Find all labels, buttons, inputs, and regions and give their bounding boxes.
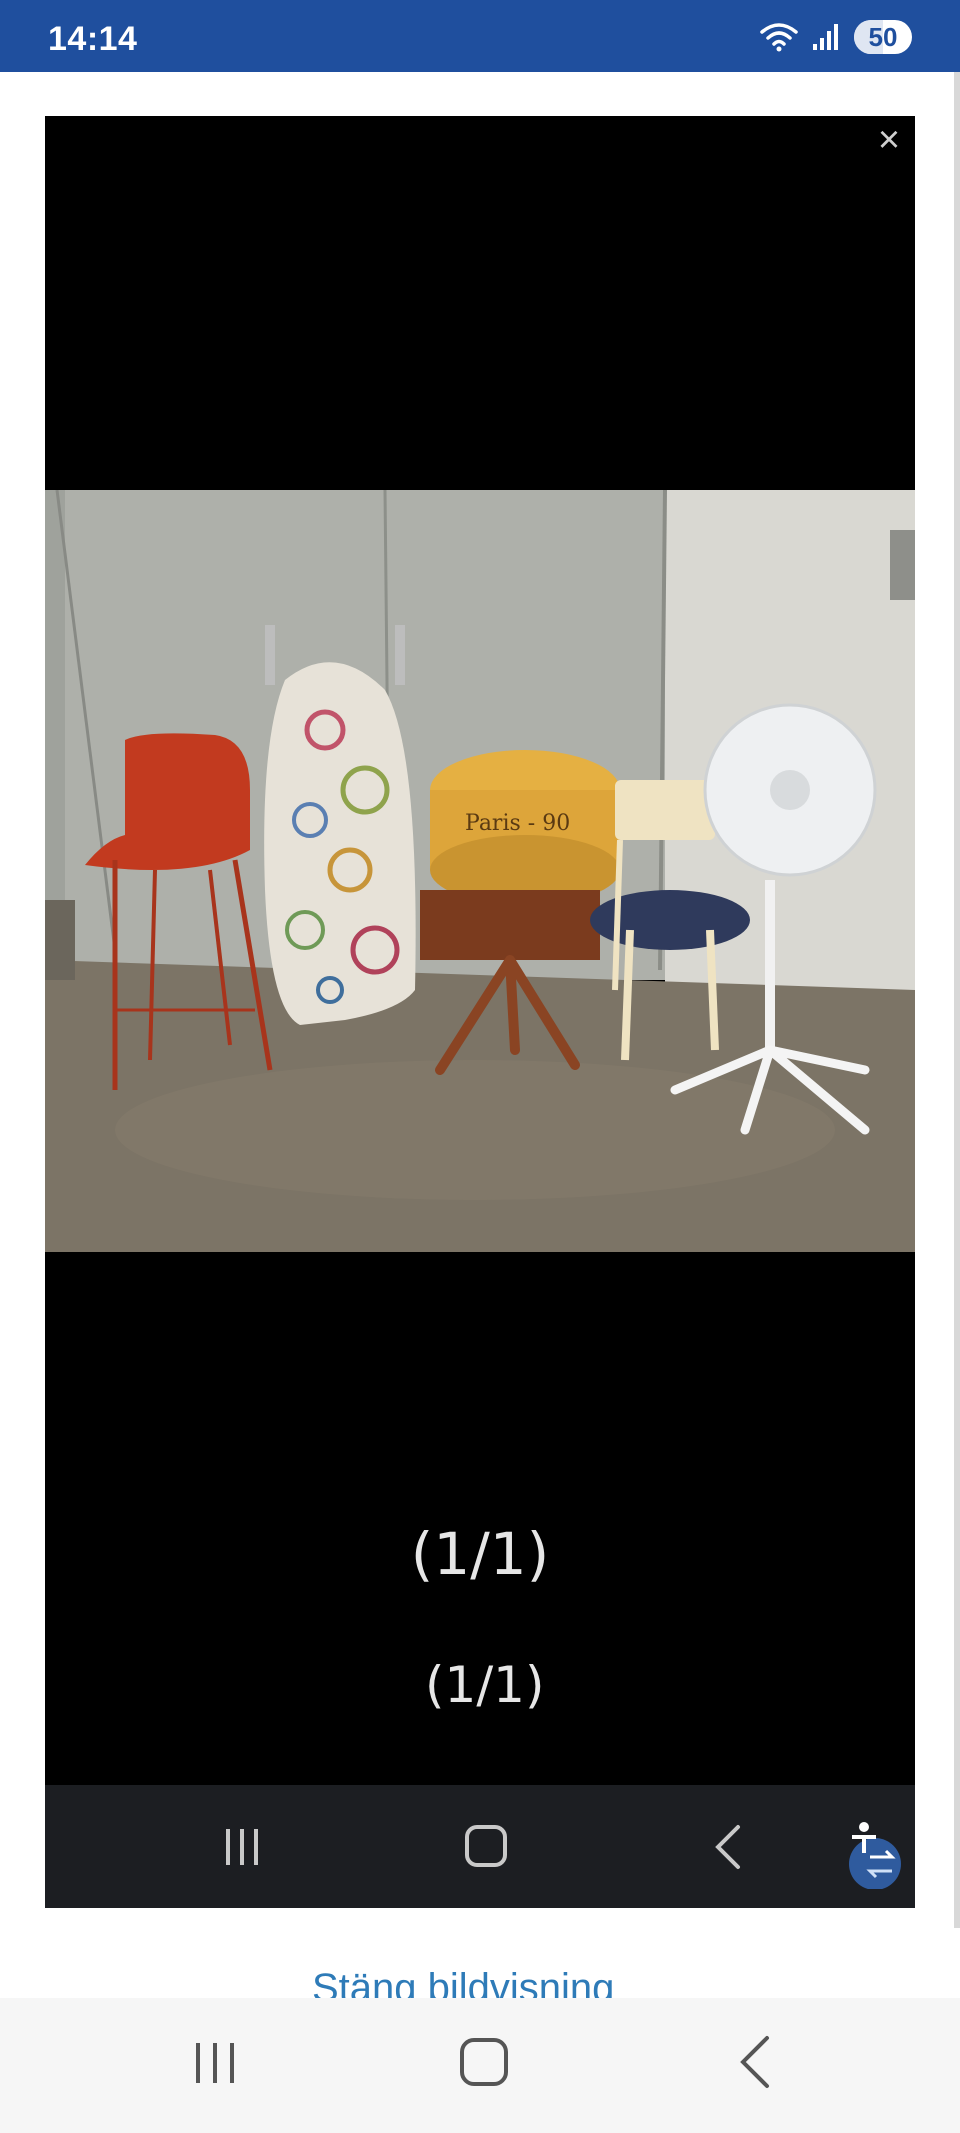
home-icon — [465, 1825, 507, 1867]
close-icon[interactable]: × — [869, 120, 909, 160]
image-counter-secondary: (1/1) — [425, 1656, 545, 1714]
scrollbar[interactable] — [954, 72, 960, 1928]
listing-photo: Paris - 90 — [45, 490, 915, 1252]
recents-icon — [226, 1829, 258, 1865]
home-icon[interactable] — [458, 2036, 510, 2088]
wifi-icon — [760, 23, 798, 52]
system-navigation-bar — [0, 1998, 960, 2133]
back-icon — [715, 1825, 740, 1869]
battery-icon: 50 — [854, 20, 912, 54]
accessibility-icon — [849, 1822, 901, 1889]
back-icon[interactable] — [735, 2034, 775, 2090]
status-bar: 14:14 50 — [0, 0, 960, 72]
signal-icon — [813, 24, 838, 50]
recents-icon[interactable] — [190, 2038, 240, 2088]
image-counter: (1/1) — [410, 1520, 550, 1588]
status-time: 14:14 — [48, 20, 138, 58]
svg-text:Paris - 90: Paris - 90 — [465, 811, 570, 836]
battery-level-text: 50 — [868, 21, 898, 52]
status-icons: 50 — [760, 18, 912, 56]
embedded-navigation-bar — [45, 1785, 915, 1908]
image-viewer: × Paris - 90 (1/1) (1/1) — [45, 116, 915, 1908]
